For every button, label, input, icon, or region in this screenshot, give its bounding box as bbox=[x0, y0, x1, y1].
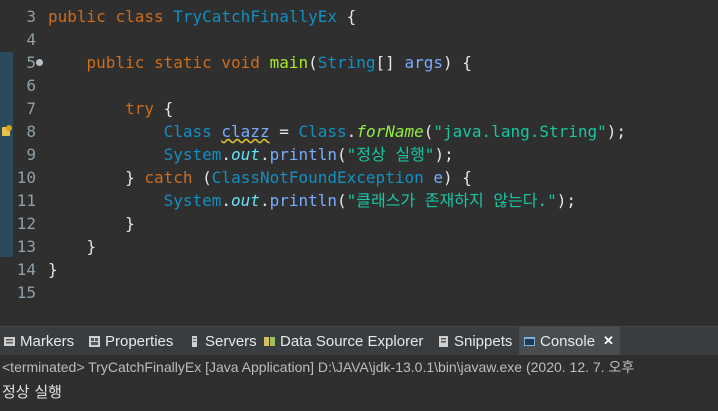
code-text[interactable]: System.out.println("클래스가 존재하지 않는다."); bbox=[48, 189, 576, 212]
code-line-13[interactable]: 13 } bbox=[0, 235, 718, 258]
fold-toggle-icon[interactable] bbox=[36, 59, 43, 66]
line-number: 5 bbox=[26, 53, 36, 72]
tab-servers[interactable]: Servers bbox=[188, 327, 257, 355]
line-number: 12 bbox=[16, 214, 36, 233]
snippets-icon bbox=[439, 335, 448, 347]
line-number: 7 bbox=[26, 99, 36, 118]
code-text[interactable]: } catch (ClassNotFoundException e) { bbox=[48, 166, 472, 189]
servers-icon bbox=[192, 335, 197, 347]
line-number: 4 bbox=[26, 30, 36, 49]
console-icon bbox=[524, 336, 535, 346]
code-line-15[interactable]: 15 bbox=[0, 281, 718, 304]
line-number: 6 bbox=[26, 76, 36, 95]
warning-icon[interactable] bbox=[1, 125, 12, 137]
code-line-9[interactable]: 9 System.out.println("정상 실행"); bbox=[0, 143, 718, 166]
code-line-10[interactable]: 10 } catch (ClassNotFoundException e) { bbox=[0, 166, 718, 189]
panel-tab-bar: Markers Properties Servers Data Source E… bbox=[0, 327, 718, 355]
tab-console[interactable]: Console ✕ bbox=[519, 327, 620, 355]
code-line-14[interactable]: 14 } bbox=[0, 258, 718, 281]
code-text[interactable]: System.out.println("정상 실행"); bbox=[48, 143, 454, 166]
tab-data-source-explorer[interactable]: Data Source Explorer bbox=[263, 327, 423, 355]
code-line-5[interactable]: 5 public static void main(String[] args)… bbox=[0, 51, 718, 74]
line-number: 15 bbox=[16, 283, 36, 302]
tab-snippets[interactable]: Snippets bbox=[437, 327, 512, 355]
code-editor[interactable]: 3 public class TryCatchFinallyEx { 4 5 p… bbox=[0, 0, 718, 326]
markers-icon bbox=[4, 336, 15, 346]
tab-label: Data Source Explorer bbox=[280, 332, 424, 350]
line-number: 9 bbox=[26, 145, 36, 164]
tab-label: Servers bbox=[205, 332, 257, 350]
line-number: 3 bbox=[26, 7, 36, 26]
tab-markers[interactable]: Markers bbox=[3, 327, 74, 355]
code-text[interactable]: } bbox=[48, 212, 135, 235]
tab-label: Console bbox=[540, 332, 596, 350]
tab-label: Snippets bbox=[454, 332, 513, 350]
code-text[interactable]: } bbox=[48, 235, 97, 258]
database-icon bbox=[264, 336, 275, 346]
code-line-4[interactable]: 4 bbox=[0, 28, 718, 51]
tab-properties[interactable]: Properties bbox=[88, 327, 173, 355]
line-number: 10 bbox=[16, 168, 36, 187]
bottom-panel: Markers Properties Servers Data Source E… bbox=[0, 326, 718, 411]
code-line-6[interactable]: 6 bbox=[0, 74, 718, 97]
close-icon[interactable]: ✕ bbox=[603, 333, 614, 349]
code-line-3[interactable]: 3 public class TryCatchFinallyEx { bbox=[0, 5, 718, 28]
tab-label: Markers bbox=[20, 332, 75, 350]
line-number: 11 bbox=[16, 191, 36, 210]
code-line-8[interactable]: 8 Class clazz = Class.forName("java.lang… bbox=[0, 120, 718, 143]
code-text[interactable]: public static void main(String[] args) { bbox=[48, 51, 472, 74]
code-text[interactable]: Class clazz = Class.forName("java.lang.S… bbox=[48, 120, 626, 143]
code-text[interactable]: try { bbox=[48, 97, 173, 120]
line-number: 8 bbox=[26, 122, 36, 141]
console-output[interactable]: 정상 실행 bbox=[0, 381, 62, 403]
code-line-7[interactable]: 7 try { bbox=[0, 97, 718, 120]
properties-icon bbox=[89, 335, 100, 347]
code-text[interactable]: } bbox=[48, 258, 58, 281]
line-number: 13 bbox=[16, 237, 36, 256]
console-status: <terminated> TryCatchFinallyEx [Java App… bbox=[2, 359, 635, 375]
code-text[interactable]: public class TryCatchFinallyEx { bbox=[48, 5, 356, 28]
tab-label: Properties bbox=[105, 332, 174, 350]
line-number: 14 bbox=[16, 260, 36, 279]
code-line-12[interactable]: 12 } bbox=[0, 212, 718, 235]
code-line-11[interactable]: 11 System.out.println("클래스가 존재하지 않는다."); bbox=[0, 189, 718, 212]
